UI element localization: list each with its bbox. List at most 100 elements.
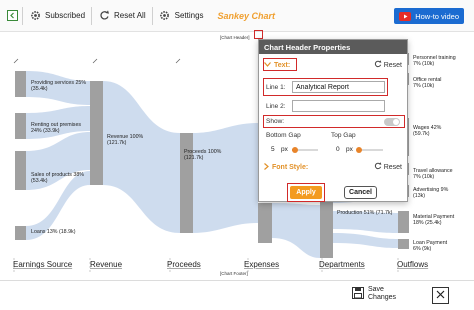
label-loans: Loans 13% (18.9k) [31,229,75,235]
save-label-line: Changes [368,294,397,301]
footer-bar: Save Changes [0,280,474,310]
label-providing-services: Providing services 25% (35.4k) [31,80,86,92]
bottom-gap-slider-thumb[interactable] [292,147,298,153]
apply-highlight [287,183,325,202]
label-loan-payment: Loan Payment 6% (9k) [413,240,447,252]
label-proceeds: Proceeds 100% (121.7k) [184,149,221,161]
reset-label: Reset [383,163,402,171]
edit-pencil-icon [92,58,98,64]
font-style-section-toggle[interactable]: Font Style: [264,162,309,172]
label-production: Production 51% (71.7k) [337,210,392,216]
subscribed-button[interactable]: Subscribed [23,0,91,32]
collapse-button[interactable] [0,0,22,32]
how-to-video-button[interactable]: How-to video [394,8,464,24]
toolbar: Subscribed Reset All Settings Sankey Cha… [0,0,474,32]
axis-label-outflows[interactable]: Outflows [397,260,428,269]
bottom-gap-value: 5 [271,146,275,153]
dialog-title: Chart Header Properties [259,40,407,54]
settings-gear-icon [29,10,41,22]
settings-label: Settings [174,11,204,20]
edit-pencil-icon [13,58,19,64]
chart-name-title: Sankey Chart [217,10,276,21]
flow-expenses-departments [272,203,320,258]
reset-all-button[interactable]: Reset All [92,0,152,32]
reset-icon [374,60,382,70]
label-line: 7% (10k) [413,61,435,68]
node-proceeds [180,133,193,233]
node-revenue [90,81,103,185]
reset-all-label: Reset All [114,11,146,20]
save-label-line: Save [368,286,384,293]
top-gap-value: 0 [336,146,340,153]
gear-icon [159,10,171,22]
node-loan-payment [398,239,409,249]
save-changes-label: Save Changes [368,286,396,302]
label-line: (121.7k) [184,155,204,162]
font-style-section-row: Font Style: Reset [264,162,402,172]
collapse-icon [6,10,18,22]
cancel-button[interactable]: Cancel [344,186,377,199]
label-renting: Renting out premises 24% (33.9k) [31,122,81,134]
label-line: Loans 13% (18.9k) [31,229,76,235]
label-line: (13k) [413,193,426,200]
youtube-play-icon [399,11,412,21]
chart-header-placeholder[interactable]: [Chart Header] [220,35,250,40]
top-gap-label: Top Gap [331,132,356,139]
flow-departments-loan [333,233,398,248]
reset-icon [374,162,382,172]
font-style-reset-button[interactable]: Reset [374,162,402,172]
reset-label: Reset [383,61,402,69]
text-reset-button[interactable]: Reset [374,60,402,70]
label-wages: Wages 42% (59.7k) [413,125,441,137]
label-line: (121.7k) [107,140,127,147]
text-section-highlight [263,58,297,71]
axis-label-departments[interactable]: Departments [319,260,365,269]
flow-proceeds-expenses [193,123,258,233]
reset-icon [98,10,110,22]
settings-button[interactable]: Settings [153,0,210,32]
axis-label-earnings-source[interactable]: Earnings Source [13,260,72,269]
label-line: Production 51% (71.7k) [337,210,393,216]
save-changes-button[interactable]: Save Changes [352,286,396,302]
bottom-gap-unit: px [281,146,288,153]
chart-footer-placeholder[interactable]: [Chart Footer] [220,271,248,276]
line2-label: Line 2: [266,103,286,110]
node-expenses [258,203,272,243]
axis-label-proceeds[interactable]: Proceeds [167,260,201,269]
node-production [320,201,333,258]
close-button[interactable] [432,287,449,304]
node-renting [15,113,26,139]
node-material [398,211,409,233]
label-sales: Sales of products 38% (53.4k) [31,172,84,184]
node-loans [15,226,26,240]
axis-label-expenses[interactable]: Expenses [244,260,279,269]
flow-revenue-proceeds [103,81,180,233]
floppy-disk-icon [352,286,364,302]
line2-input[interactable] [292,100,385,112]
subscribed-label: Subscribed [45,11,86,20]
label-line: (35.4k) [31,86,48,93]
axis-label-revenue[interactable]: Revenue [90,260,122,269]
label-material: Material Payment 18% (25.4k) [413,214,454,226]
label-personnel: Personnel training 7% (10k) [413,55,456,67]
label-line: 18% (25.4k) [413,220,442,227]
top-gap-slider-thumb[interactable] [356,147,362,153]
chevron-right-icon [264,162,269,172]
bottom-gap-label: Bottom Gap [266,132,301,139]
header-edit-highlight [254,30,263,39]
label-line: 6% (9k) [413,246,432,253]
top-gap-unit: px [346,146,353,153]
label-revenue: Revenue 100% (121.7k) [107,134,143,146]
label-line: 7% (10k) [413,83,435,90]
show-highlight [263,115,405,128]
label-travel: Travel allowance 7% (10k) [413,168,453,180]
label-line: 7% (10k) [413,174,435,181]
chart-header-properties-dialog: Chart Header Properties Text: Reset Line… [258,39,408,202]
label-line: (59.7k) [413,131,430,138]
how-to-video-label: How-to video [415,11,459,21]
node-sales [15,151,26,190]
font-style-label: Font Style: [272,163,309,171]
close-icon [436,290,445,301]
label-advertising: Advertising 9% (13k) [413,187,448,199]
label-line: (53.4k) [31,178,48,185]
